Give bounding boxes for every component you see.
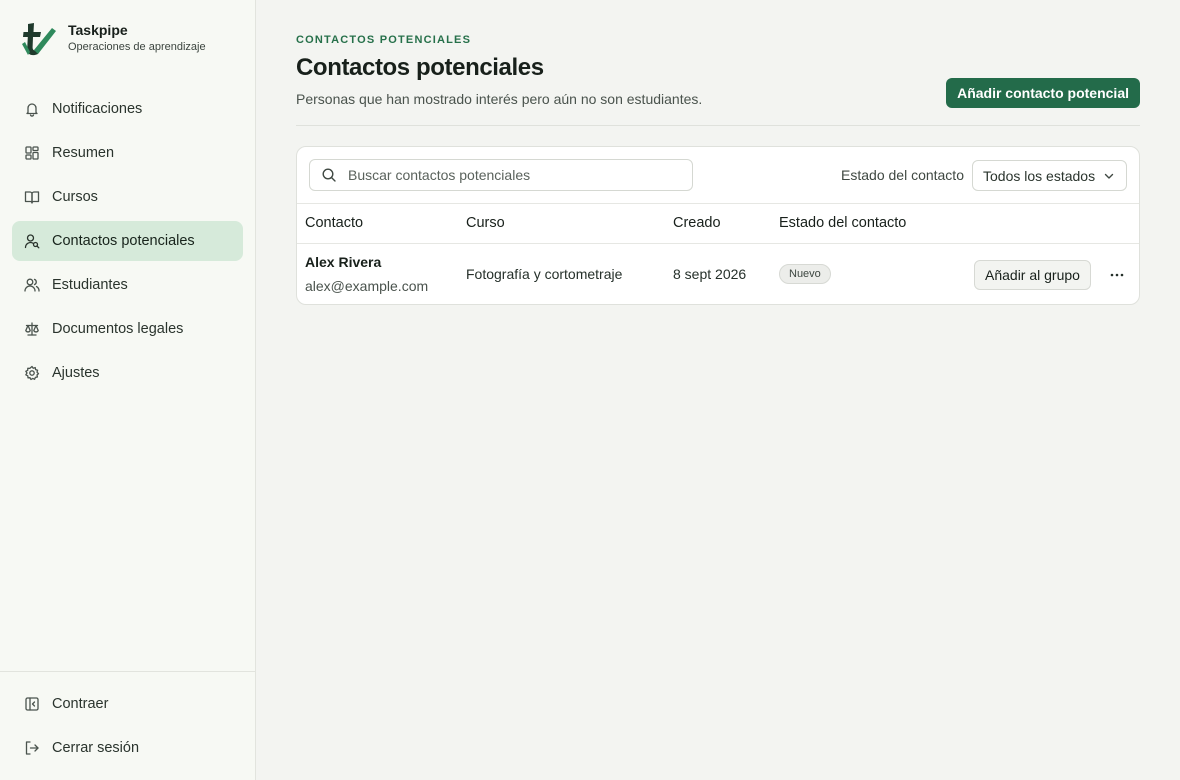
sidebar-item-cursos[interactable]: Cursos [12,177,243,217]
sidebar-footer: Contraer Cerrar sesión [0,671,255,780]
logout-button[interactable]: Cerrar sesión [12,728,243,768]
contact-email: alex@example.com [305,278,429,294]
table-header: Contacto Curso Creado Estado del contact… [297,204,1139,244]
users-icon [24,277,40,293]
sidebar-item-documentos-legales[interactable]: Documentos legales [12,309,243,349]
sidebar: Taskpipe Operaciones de aprendizaje Noti… [0,0,256,780]
column-header-created[interactable]: Creado [673,215,721,231]
sidebar-item-label: Cursos [52,189,98,205]
header-divider [296,125,1140,126]
sidebar-item-label: Documentos legales [52,321,184,337]
bell-icon [24,101,40,117]
brand-name: Taskpipe [68,22,128,38]
page-title: Contactos potenciales [296,54,544,81]
leads-toolbar: Estado del contacto Todos los estados [297,147,1139,204]
sidebar-item-resumen[interactable]: Resumen [12,133,243,173]
logout-icon [24,740,40,756]
dashboard-icon [24,145,40,161]
scale-icon [24,321,40,337]
column-header-status[interactable]: Estado del contacto [779,215,906,231]
sidebar-item-label: Notificaciones [52,101,143,117]
gear-icon [24,365,40,381]
sidebar-item-notificaciones[interactable]: Notificaciones [12,89,243,129]
sidebar-item-label: Contactos potenciales [52,233,195,249]
page-eyebrow: CONTACTOS POTENCIALES [296,34,472,46]
collapse-label: Contraer [52,696,109,712]
collapse-sidebar-button[interactable]: Contraer [12,684,243,724]
search-box[interactable] [309,159,693,191]
more-actions-button[interactable] [1105,263,1129,287]
add-to-group-button[interactable]: Añadir al grupo [974,260,1091,290]
leads-card: Estado del contacto Todos los estados Co… [296,146,1140,305]
status-filter-label: Estado del contacto [841,167,964,183]
more-horizontal-icon [1110,273,1124,277]
brand-subtitle: Operaciones de aprendizaje [68,41,206,53]
sidebar-item-ajustes[interactable]: Ajustes [12,353,243,393]
search-input[interactable] [346,166,676,184]
status-filter-value: Todos los estados [983,167,1096,184]
collapse-sidebar-icon [24,696,40,712]
user-search-icon [24,233,40,249]
column-header-contact[interactable]: Contacto [305,215,363,231]
book-icon [24,189,40,205]
table-row[interactable]: Alex Rivera alex@example.com Fotografía … [297,244,1139,304]
sidebar-item-contactos-potenciales[interactable]: Contactos potenciales [12,221,243,261]
column-header-course[interactable]: Curso [466,215,505,231]
contact-created-date: 8 sept 2026 [673,266,747,282]
contact-course: Fotografía y cortometraje [466,266,623,282]
logout-label: Cerrar sesión [52,740,140,756]
taskpipe-logo-icon [22,23,56,56]
sidebar-nav: Notificaciones Resumen Cursos Contactos … [12,89,243,397]
status-filter-select[interactable]: Todos los estados [972,160,1127,191]
add-lead-button[interactable]: Añadir contacto potencial [946,78,1140,108]
contact-name: Alex Rivera [305,254,382,270]
sidebar-item-label: Estudiantes [52,277,128,293]
sidebar-item-label: Ajustes [52,365,100,381]
page-description: Personas que han mostrado interés pero a… [296,91,703,107]
chevron-down-icon [1104,173,1114,179]
search-icon [322,168,336,182]
status-badge: Nuevo [779,264,831,284]
brand[interactable]: Taskpipe Operaciones de aprendizaje [20,20,206,58]
sidebar-item-label: Resumen [52,145,115,161]
sidebar-item-estudiantes[interactable]: Estudiantes [12,265,243,305]
